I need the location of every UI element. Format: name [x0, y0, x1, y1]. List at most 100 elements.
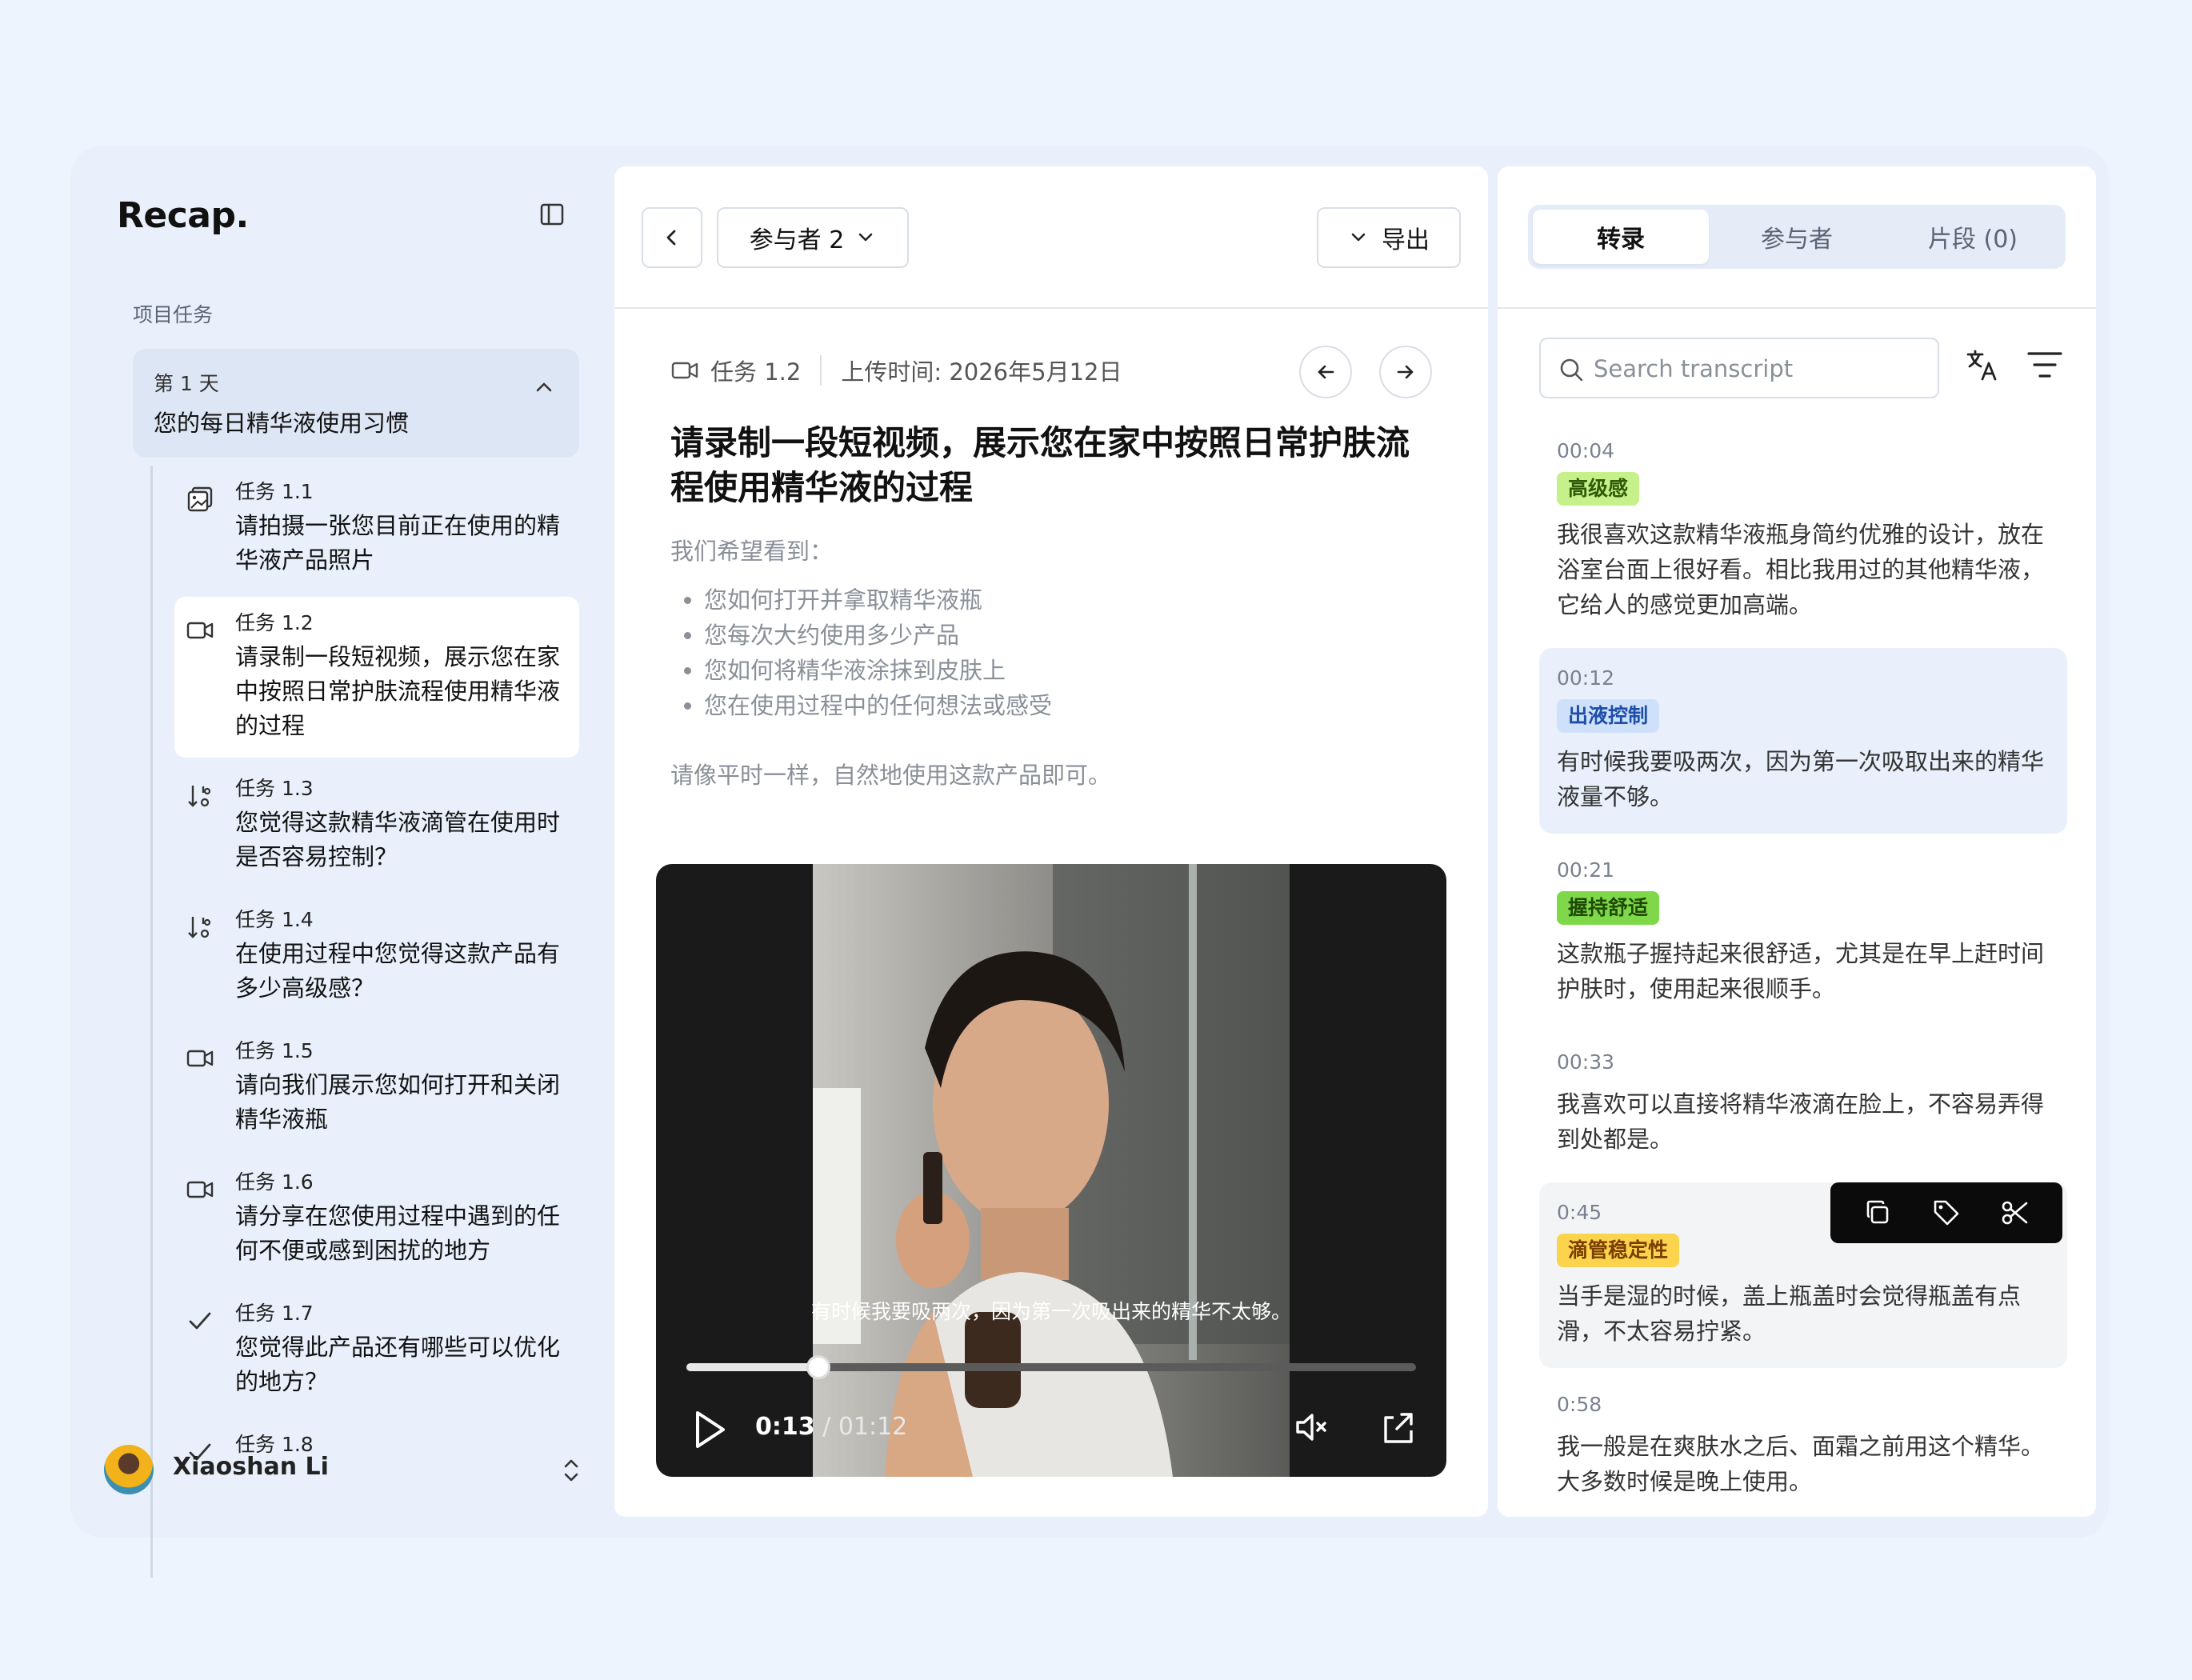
- task-number: 任务 1.5: [235, 1039, 314, 1062]
- next-task-button[interactable]: [1379, 346, 1432, 398]
- video-frame-image: [813, 864, 1290, 1477]
- video-player[interactable]: 有时候我要吸两次，因为第一次吸出来的精华不太够。 0:13 / 01:12: [656, 864, 1446, 1477]
- transcript-entry[interactable]: 0:58 我一般是在爽肤水之后、面霜之前用这个精华。大多数时候是晚上使用。: [1539, 1374, 2067, 1501]
- task-item-1-7[interactable]: 任务 1.7 您觉得此产品还有哪些可以优化的地方？: [174, 1287, 579, 1414]
- meta-divider: [820, 355, 822, 386]
- transcript-entry-selected[interactable]: 0:45 滴管稳定性 当手是湿的时候，盖上瓶盖时会觉得瓶盖有点滑，不太容易拧紧。: [1539, 1182, 2067, 1368]
- video-icon: [671, 362, 698, 379]
- previous-task-button[interactable]: [1299, 346, 1352, 398]
- video-scrub-handle[interactable]: [806, 1355, 830, 1379]
- task-number: 任务 1.7: [235, 1302, 314, 1325]
- user-name: Xiaoshan Li: [173, 1453, 329, 1481]
- task-meta: 任务 1.2 上传时间: 2026年5月12日: [670, 350, 1122, 390]
- video-icon: [186, 622, 214, 639]
- entry-text: 这款瓶子握持起来很舒适，尤其是在早上赶时间护肤时，使用起来很顺手。: [1557, 940, 2045, 1002]
- task-item-1-3[interactable]: 任务 1.3 您觉得这款精华液滴管在使用时是否容易控制？: [174, 762, 579, 889]
- video-scrubber[interactable]: [686, 1355, 1416, 1379]
- participant-dropdown[interactable]: 参与者 2: [717, 207, 909, 268]
- tab-bar: 转录 参与者 片段 (0): [1528, 205, 2066, 269]
- copy-icon[interactable]: [1862, 1197, 1894, 1229]
- entry-timestamp: 0:58: [1557, 1393, 1602, 1416]
- transcript-entry[interactable]: 00:33 我喜欢可以直接将精华液滴在脸上，不容易弄得到处都是。: [1539, 1032, 2067, 1176]
- task-item-1-5[interactable]: 任务 1.5 请向我们展示您如何打开和关闭精华液瓶: [174, 1025, 579, 1151]
- tree-line: [150, 466, 153, 1578]
- video-duration: 01:12: [838, 1413, 908, 1441]
- rating-icon: [188, 786, 211, 807]
- video-caption: 有时候我要吸两次，因为第一次吸出来的精华不太够。: [810, 1300, 1291, 1323]
- sidebar: Recap. 项目任务 第 1 天 您的每日精华液使用习惯 任务 1.1 请拍摄…: [70, 146, 608, 1578]
- export-button[interactable]: 导出: [1317, 207, 1461, 268]
- video-time-separator: /: [814, 1413, 838, 1441]
- bullet-item: 您每次大约使用多少产品: [704, 618, 1052, 653]
- task-list: 任务 1.1 请拍摄一张您目前正在使用的精华液产品照片 任务 1.2 请录制一段…: [174, 466, 579, 1570]
- transcript-entry-active[interactable]: 00:12 出液控制 有时候我要吸两次，因为第一次吸取出来的精华液量不够。: [1539, 648, 2067, 834]
- transcript-search: [1539, 338, 1939, 398]
- translate-icon[interactable]: [1965, 347, 2000, 382]
- task-text: 在使用过程中您觉得这款产品有多少高级感？: [235, 940, 561, 1002]
- task-item-1-1[interactable]: 任务 1.1 请拍摄一张您目前正在使用的精华液产品照片: [174, 466, 579, 592]
- task-item-1-4[interactable]: 任务 1.4 在使用过程中您觉得这款产品有多少高级感？: [174, 894, 579, 1020]
- entry-tag[interactable]: 滴管稳定性: [1557, 1234, 1680, 1267]
- task-item-1-2[interactable]: 任务 1.2 请录制一段短视频，展示您在家中按照日常护肤流程使用精华液的过程: [174, 597, 579, 758]
- transcript-entry[interactable]: 00:21 握持舒适 这款瓶子握持起来很舒适，尤其是在早上赶时间护肤时，使用起来…: [1539, 840, 2067, 1026]
- task-number: 任务 1.4: [235, 908, 314, 931]
- video-current-time: 0:13: [755, 1413, 815, 1441]
- entry-text: 我很喜欢这款精华液瓶身简约优雅的设计，放在浴室台面上很好看。相比我用过的其他精华…: [1557, 521, 2045, 618]
- entry-tag[interactable]: 出液控制: [1557, 699, 1660, 733]
- entry-timestamp: 00:04: [1557, 439, 1615, 462]
- export-label: 导出: [1382, 226, 1430, 254]
- app-shell: Recap. 项目任务 第 1 天 您的每日精华液使用习惯 任务 1.1 请拍摄…: [70, 146, 2109, 1578]
- filter-icon[interactable]: [2026, 347, 2064, 382]
- chevron-up-down-icon: [564, 1459, 578, 1482]
- user-switcher[interactable]: Xiaoshan Li: [104, 1442, 584, 1498]
- bullet-item: 您在使用过程中的任何想法或感受: [704, 688, 1052, 723]
- entry-text: 我一般是在爽肤水之后、面霜之前用这个精华。大多数时候是晚上使用。: [1557, 1433, 2045, 1495]
- arrow-right-icon: [1397, 365, 1414, 379]
- task-bullets: 您如何打开并拿取精华液瓶 您每次大约使用多少产品 您如何将精华液涂抹到皮肤上 您…: [704, 582, 1052, 723]
- bullet-item: 您如何将精华液涂抹到皮肤上: [704, 653, 1052, 688]
- photo-icon: [187, 486, 213, 512]
- search-icon: [1560, 358, 1583, 382]
- arrow-left-icon: [1318, 365, 1334, 379]
- task-text: 请分享在您使用过程中遇到的任何不便或感到困扰的地方: [235, 1202, 561, 1264]
- back-button[interactable]: [642, 207, 702, 268]
- entry-timestamp: 00:12: [1557, 666, 1615, 690]
- transcript-entry[interactable]: 00:04 高级感 我很喜欢这款精华液瓶身简约优雅的设计，放在浴室台面上很好看。…: [1539, 421, 2067, 642]
- bullet-item: 您如何打开并拿取精华液瓶: [704, 582, 1052, 618]
- chevron-down-icon: [859, 233, 873, 242]
- entry-text: 我喜欢可以直接将精华液滴在脸上，不容易弄得到处都是。: [1557, 1090, 2045, 1153]
- day-subtitle: 您的每日精华液使用习惯: [154, 410, 410, 437]
- volume-icon[interactable]: [1293, 1408, 1331, 1446]
- chevron-up-icon: [536, 382, 552, 392]
- video-icon: [186, 1050, 214, 1067]
- transcript-panel: 转录 参与者 片段 (0) 00:0: [1498, 166, 2096, 1517]
- tag-icon[interactable]: [1930, 1197, 1962, 1229]
- day-group-header[interactable]: 第 1 天 您的每日精华液使用习惯: [133, 349, 579, 458]
- scissors-icon[interactable]: [1999, 1197, 2031, 1229]
- detail-toolbar: 参与者 2 导出: [614, 166, 1488, 309]
- video-icon: [186, 1181, 214, 1198]
- entry-tag[interactable]: 握持舒适: [1557, 891, 1660, 925]
- task-item-1-6[interactable]: 任务 1.6 请分享在您使用过程中遇到的任何不便或感到困扰的地方: [174, 1156, 579, 1282]
- check-icon: [189, 1312, 211, 1330]
- section-label: 项目任务: [133, 303, 214, 326]
- tab-clips[interactable]: 片段 (0): [1885, 210, 2061, 264]
- entry-timestamp: 00:21: [1557, 858, 1615, 882]
- entry-action-toolbar: [1830, 1182, 2062, 1243]
- tab-participants[interactable]: 参与者: [1709, 210, 1885, 264]
- transcript-list: 00:04 高级感 我很喜欢这款精华液瓶身简约优雅的设计，放在浴室台面上很好看。…: [1539, 421, 2067, 1501]
- participant-label: 参与者 2: [749, 226, 845, 254]
- chevron-down-icon: [1351, 233, 1366, 242]
- play-icon[interactable]: [690, 1408, 728, 1451]
- share-icon[interactable]: [1379, 1408, 1418, 1446]
- entry-text: 当手是湿的时候，盖上瓶盖时会觉得瓶盖有点滑，不太容易拧紧。: [1557, 1282, 2022, 1345]
- task-detail-panel: 参与者 2 导出 任务 1.2 上传时间: 2026年5月12日 请录制一段短视…: [614, 166, 1488, 1517]
- task-number: 任务 1.3: [235, 777, 314, 800]
- transcript-toolbar: 转录 参与者 片段 (0): [1498, 166, 2096, 309]
- sidebar-toggle-icon[interactable]: [539, 202, 565, 227]
- task-text: 您觉得此产品还有哪些可以优化的地方？: [235, 1334, 561, 1395]
- entry-tag[interactable]: 高级感: [1557, 472, 1640, 506]
- entry-text: 有时候我要吸两次，因为第一次吸取出来的精华液量不够。: [1557, 748, 2045, 810]
- tab-transcript[interactable]: 转录: [1533, 210, 1709, 264]
- search-input[interactable]: [1594, 347, 1930, 390]
